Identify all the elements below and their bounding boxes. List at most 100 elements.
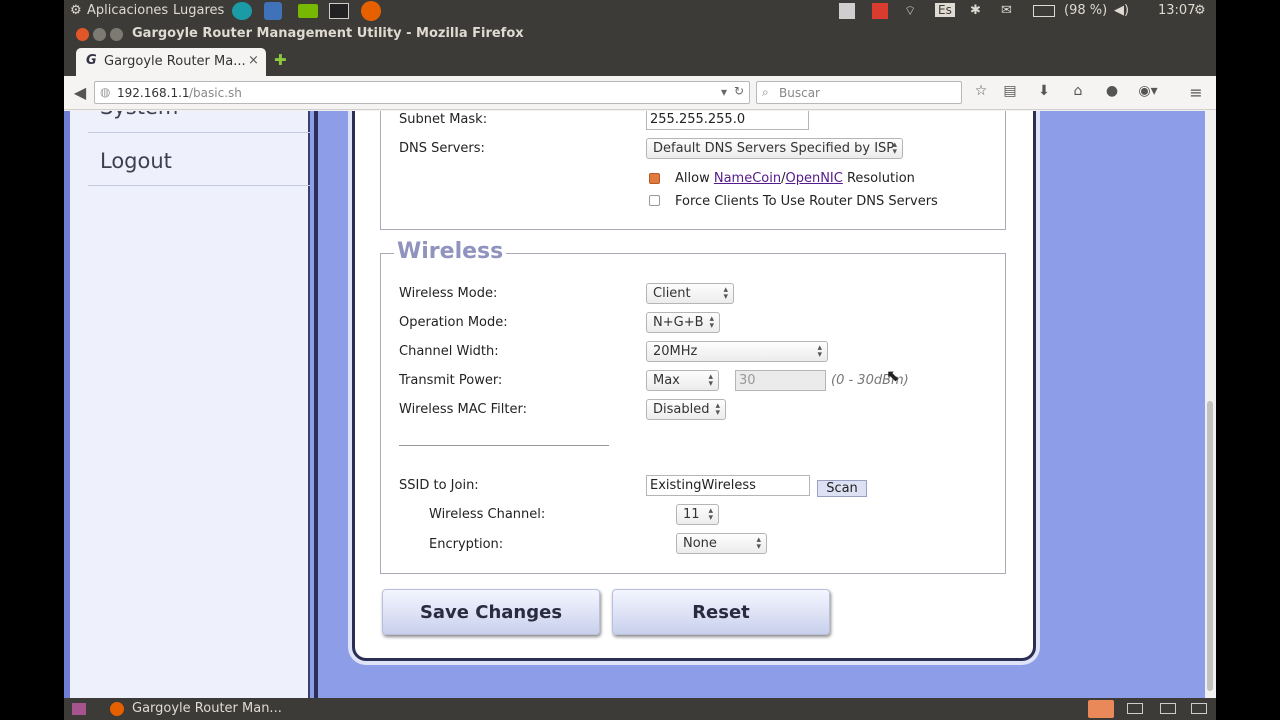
dns-servers-label: DNS Servers: [399,141,485,156]
sidebar-divider [88,132,310,133]
arduino-icon[interactable] [232,2,252,20]
search-field[interactable]: ⌕ Buscar [756,81,962,104]
reset-button[interactable]: Reset [612,589,830,635]
firefox-task-icon [110,702,124,716]
page-scrollbar[interactable] [1205,111,1216,698]
window-titlebar: Gargoyle Router Management Utility - Moz… [64,22,1216,46]
page-viewport: System Logout Subnet Mask: 255.255.255.0… [64,111,1216,698]
sidebar-menu: System Logout [64,111,310,698]
home-icon[interactable]: ⌂ [1068,83,1088,99]
scrollbar-thumb[interactable] [1207,401,1213,691]
firefox-launcher-icon[interactable] [361,1,381,21]
window-minimize-button[interactable] [93,28,106,41]
wireless-legend: Wireless [394,239,507,264]
ssid-label: SSID to Join: [399,478,479,493]
wireless-mode-select[interactable]: Client ▴ ▾ [646,283,734,304]
battery-icon[interactable] [1033,5,1055,17]
extension-icon[interactable]: ◉▾ [1138,83,1158,99]
workspace-4-icon[interactable] [1191,703,1207,714]
site-info-icon[interactable]: ◍ [100,85,110,99]
dns-servers-select[interactable]: Default DNS Servers Specified by ISP ▴ ▾ [646,138,903,159]
browser-tab-strip: G Gargoyle Router Ma... × ✚ [64,46,1216,76]
new-tab-icon[interactable]: ✚ [274,51,287,69]
frame-border [314,111,318,698]
workspace-3-icon[interactable] [1160,703,1176,714]
window-taskbar: Gargoyle Router Man... [64,698,1216,720]
save-changes-button[interactable]: Save Changes [382,589,600,635]
tab-gargoyle[interactable]: G Gargoyle Router Ma... × [76,48,266,76]
battery-percent: (98 %) [1064,3,1108,18]
bookmark-star-icon[interactable]: ☆ [971,83,991,99]
subnet-mask-label: Subnet Mask: [399,112,488,127]
url-bar[interactable]: ◍ 192.168.1.1 /basic.sh ▾ ↻ [94,81,750,104]
back-button-icon[interactable]: ◀ [70,83,90,102]
window-close-button[interactable] [76,28,89,41]
hamburger-menu-icon[interactable]: ≡ [1186,83,1206,102]
download-icon[interactable]: ⬇ [1034,83,1054,99]
tab-title: Gargoyle Router Ma... [104,54,246,69]
transmit-power-label: Transmit Power: [399,373,503,388]
mail-icon[interactable]: ✉ [1001,3,1012,18]
workspace-2-icon[interactable] [1127,703,1143,714]
record-indicator-icon[interactable] [872,3,888,19]
force-dns-checkbox[interactable] [649,195,660,206]
scan-button[interactable]: Scan [817,480,867,497]
keyboard-layout-indicator[interactable]: Es [935,3,955,17]
clock[interactable]: 13:07 [1158,3,1195,18]
encryption-select[interactable]: None ▴ ▾ [676,533,767,554]
wifi-icon[interactable]: ⌔ [904,3,916,19]
system-top-panel: ⚙ Aplicaciones Lugares ⌔ Es ✱ ✉ (98 %) ◀… [64,0,1216,22]
chat-icon[interactable]: ● [1102,83,1122,99]
channel-width-label: Channel Width: [399,344,499,359]
url-path: /basic.sh [189,86,242,100]
sidebar-item-system[interactable]: System [100,111,178,119]
sidebar-divider [88,185,310,186]
terminal-icon[interactable] [329,3,349,19]
desktop-screen: ⚙ Aplicaciones Lugares ⌔ Es ✱ ✉ (98 %) ◀… [64,0,1216,720]
reading-list-icon[interactable]: ▤ [1000,83,1020,99]
force-dns-label: Force Clients To Use Router DNS Servers [675,194,938,209]
session-gear-icon[interactable]: ⚙ [1194,3,1206,18]
channel-width-select[interactable]: 20MHz ▴ ▾ [646,341,828,362]
wireless-channel-label: Wireless Channel: [429,507,546,522]
search-icon: ⌕ [762,85,769,99]
url-host: 192.168.1.1 [117,86,190,100]
operation-mode-label: Operation Mode: [399,315,508,330]
operation-mode-select[interactable]: N+G+B ▴ ▾ [646,312,720,333]
namecoin-link[interactable]: NameCoin [714,171,781,186]
window-maximize-button[interactable] [110,28,123,41]
subnet-mask-input[interactable]: 255.255.255.0 [646,111,809,130]
gargoyle-favicon-icon: G [86,53,97,68]
volume-icon[interactable]: ◀) [1114,3,1129,18]
url-dropdown-icon[interactable]: ▾ [721,85,727,99]
transmit-power-input[interactable]: 30 [735,370,826,391]
allow-namecoin-label: Allow NameCoin/OpenNIC Resolution [675,171,915,186]
opennic-link[interactable]: OpenNIC [785,171,842,186]
taskbar-window-button[interactable]: Gargoyle Router Man... [132,701,282,716]
navigation-toolbar: ◀ ◍ 192.168.1.1 /basic.sh ▾ ↻ ⌕ Buscar ☆… [64,76,1216,110]
encryption-label: Encryption: [429,537,504,552]
ubuntu-menu-icon[interactable]: ⚙ [70,3,82,18]
nvidia-icon[interactable] [298,4,318,18]
search-placeholder: Buscar [779,86,820,100]
sidebar-item-logout[interactable]: Logout [100,149,172,173]
transmit-power-select[interactable]: Max ▴ ▾ [646,370,719,391]
wireless-mode-label: Wireless Mode: [399,286,498,301]
reload-icon[interactable]: ↻ [734,84,744,98]
wireless-channel-select[interactable]: 11 ▴ ▾ [676,504,719,525]
mouse-cursor-icon: ⬉ [886,366,900,385]
tab-close-icon[interactable]: × [248,53,259,68]
workspace-icon[interactable] [72,703,86,715]
bluetooth-icon[interactable]: ✱ [970,3,981,18]
allow-namecoin-checkbox[interactable] [649,173,660,184]
mac-filter-select[interactable]: Disabled ▴ ▾ [646,399,726,420]
section-divider [399,445,609,446]
window-title: Gargoyle Router Management Utility - Moz… [132,26,524,41]
taskbar-firefox-workspace-icon[interactable] [1088,700,1114,718]
pause-indicator-icon[interactable] [839,3,855,19]
places-menu[interactable]: Lugares [173,3,224,18]
mac-filter-label: Wireless MAC Filter: [399,402,527,417]
applications-menu[interactable]: Aplicaciones [87,3,168,18]
virtualbox-icon[interactable] [264,2,282,20]
ssid-input[interactable]: ExistingWireless [646,475,810,496]
